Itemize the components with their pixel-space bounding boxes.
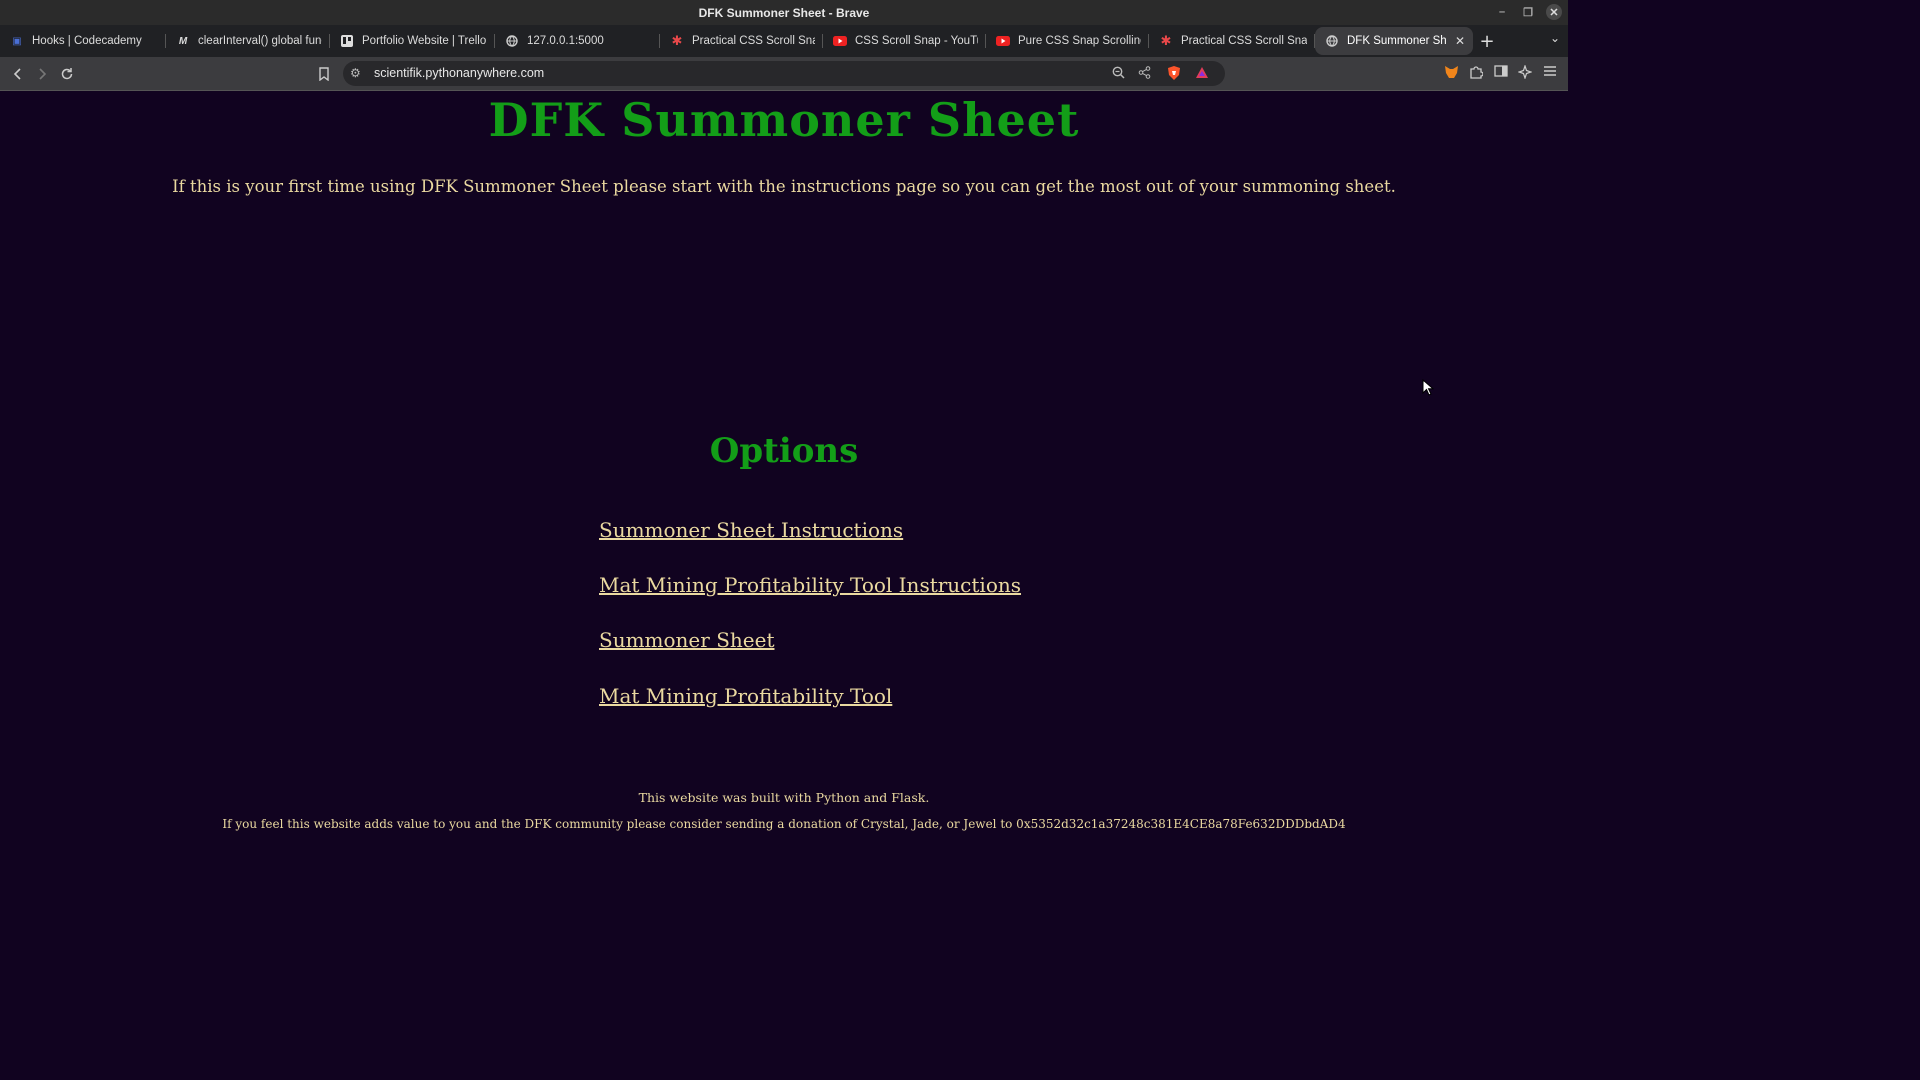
tab-title: Portfolio Website | Trello xyxy=(362,35,487,47)
youtube-icon xyxy=(833,34,847,48)
tab-dfk-summoner-sheet[interactable]: DFK Summoner Sheet ✕ xyxy=(1315,27,1473,55)
close-tab-icon[interactable]: ✕ xyxy=(1447,34,1465,48)
menu-icon[interactable] xyxy=(1543,65,1557,81)
link-summoner-sheet-instructions[interactable]: Summoner Sheet Instructions xyxy=(599,518,903,542)
link-mat-mining-tool[interactable]: Mat Mining Profitability Tool xyxy=(599,684,892,708)
new-tab-button[interactable]: + xyxy=(1473,31,1501,52)
tab-title: clearInterval() global func xyxy=(198,35,322,47)
youtube-icon xyxy=(996,34,1010,48)
tab-title: Practical CSS Scroll Snapp xyxy=(1181,35,1307,47)
codecademy-icon: ▣ xyxy=(12,35,22,47)
intro-text: If this is your first time using DFK Sum… xyxy=(172,177,1396,196)
mdn-icon: M xyxy=(178,35,188,47)
css-tricks-icon: ✱ xyxy=(1160,33,1172,48)
link-mat-mining-instructions[interactable]: Mat Mining Profitability Tool Instructio… xyxy=(599,573,1021,597)
tab-strip: ▣ Hooks | Codecademy M clearInterval() g… xyxy=(0,25,1568,57)
css-tricks-icon: ✱ xyxy=(671,33,683,48)
options-heading: Options xyxy=(709,431,859,471)
bookmark-icon[interactable] xyxy=(315,65,333,83)
forward-icon[interactable] xyxy=(33,65,51,83)
tab-hooks-codecademy[interactable]: ▣ Hooks | Codecademy xyxy=(0,27,166,55)
tab-css-scroll-snap-2[interactable]: ✱ Practical CSS Scroll Snapp xyxy=(1149,27,1315,55)
window-title: DFK Summoner Sheet - Brave xyxy=(698,5,870,20)
tab-css-scroll-snap-1[interactable]: ✱ Practical CSS Scroll Snapp xyxy=(660,27,823,55)
address-bar[interactable]: ⚙ scientifik.pythonanywhere.com xyxy=(343,61,1225,86)
tab-title: CSS Scroll Snap - YouTube xyxy=(855,35,978,47)
restore-icon[interactable]: ❐ xyxy=(1520,4,1536,20)
window-titlebar: DFK Summoner Sheet - Brave – ❐ ✕ xyxy=(0,0,1568,25)
tab-portfolio-trello[interactable]: Portfolio Website | Trello xyxy=(330,27,495,55)
url-text[interactable]: scientifik.pythonanywhere.com xyxy=(374,66,544,80)
site-settings-icon[interactable]: ⚙ xyxy=(350,66,361,80)
globe-icon xyxy=(1325,34,1339,48)
tab-title: Pure CSS Snap Scrolling T xyxy=(1018,35,1141,47)
brave-rewards-icon[interactable] xyxy=(1195,66,1209,82)
tab-youtube-scroll-snap[interactable]: CSS Scroll Snap - YouTube xyxy=(823,27,986,55)
tab-localhost[interactable]: 127.0.0.1:5000 xyxy=(495,27,660,55)
leo-ai-icon[interactable] xyxy=(1517,64,1533,83)
mouse-cursor-icon xyxy=(1422,378,1435,401)
share-icon[interactable] xyxy=(1138,66,1151,82)
extensions-icon[interactable] xyxy=(1469,65,1484,83)
browser-toolbar: ⚙ scientifik.pythonanywhere.com xyxy=(0,57,1568,91)
tab-title: Hooks | Codecademy xyxy=(32,35,142,47)
sidebar-icon[interactable] xyxy=(1494,65,1508,81)
page-title: DFK Summoner Sheet xyxy=(488,93,1080,147)
tab-title: 127.0.0.1:5000 xyxy=(527,35,604,47)
tab-clearinterval[interactable]: M clearInterval() global func xyxy=(166,27,330,55)
minimize-icon[interactable]: – xyxy=(1494,4,1510,20)
zoom-icon[interactable] xyxy=(1112,66,1125,82)
globe-icon xyxy=(505,34,519,48)
footer-donation: If you feel this website adds value to y… xyxy=(222,817,1346,831)
tab-list-chevron-icon[interactable]: ⌄ xyxy=(1550,31,1560,45)
reload-icon[interactable] xyxy=(58,65,76,83)
link-summoner-sheet[interactable]: Summoner Sheet xyxy=(599,628,774,652)
trello-icon xyxy=(340,34,354,48)
tab-youtube-snap-scrolling[interactable]: Pure CSS Snap Scrolling T xyxy=(986,27,1149,55)
tab-title: DFK Summoner Sheet xyxy=(1347,35,1447,47)
window-controls: – ❐ ✕ xyxy=(1494,4,1562,20)
page-content: DFK Summoner Sheet If this is your first… xyxy=(0,91,1568,882)
brave-shields-icon[interactable] xyxy=(1167,65,1181,84)
footer-built-with: This website was built with Python and F… xyxy=(638,790,930,805)
tab-title: Practical CSS Scroll Snapp xyxy=(692,35,815,47)
close-window-icon[interactable]: ✕ xyxy=(1546,4,1562,20)
metamask-icon[interactable] xyxy=(1444,65,1459,83)
back-icon[interactable] xyxy=(9,65,27,83)
